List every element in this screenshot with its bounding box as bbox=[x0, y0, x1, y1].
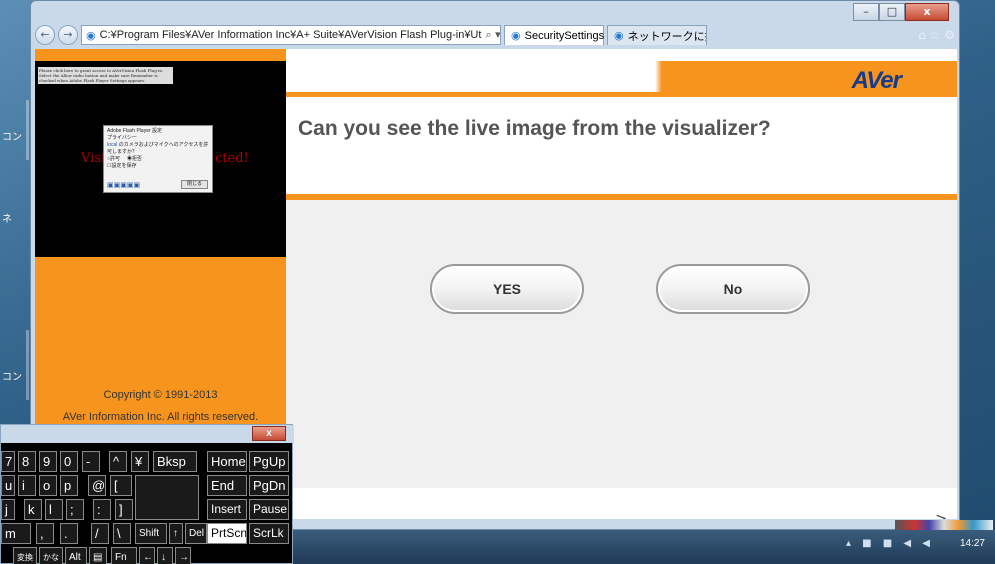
key[interactable]: i bbox=[18, 475, 36, 496]
system-tray: ▴ ■ ■ ◀ ◀ 14:27 bbox=[846, 538, 985, 549]
main-panel: AVer Can you see the live image from the… bbox=[286, 49, 957, 519]
dialog-title: Adobe Flash Player 設定 bbox=[107, 128, 163, 134]
key[interactable]: Fn bbox=[111, 547, 137, 564]
key[interactable]: / bbox=[91, 523, 109, 544]
desktop-edge bbox=[26, 100, 29, 160]
key[interactable]: l bbox=[45, 499, 63, 520]
flash-plugin-area[interactable]: Please click here to grant access to AVe… bbox=[35, 61, 286, 257]
browser-toolbar-icons[interactable]: ⌂ ☆ ⚙ bbox=[918, 28, 955, 42]
key[interactable]: k bbox=[24, 499, 42, 520]
key[interactable]: \ bbox=[113, 523, 131, 544]
deny-label: 拒否 bbox=[132, 156, 143, 162]
tab-icon: ◉ bbox=[511, 29, 521, 42]
key[interactable]: Home bbox=[207, 451, 247, 472]
key[interactable]: PgUp bbox=[249, 451, 289, 472]
copyright-line2: AVer Information Inc. All rights reserve… bbox=[62, 411, 259, 423]
address-text: C:¥Program Files¥AVer Information Inc¥A+… bbox=[99, 29, 482, 41]
clock[interactable]: 14:27 bbox=[960, 538, 985, 549]
key[interactable]: Del bbox=[185, 523, 207, 544]
key[interactable]: m bbox=[1, 523, 31, 544]
key[interactable]: 0 bbox=[60, 451, 78, 472]
key[interactable]: 変換 bbox=[13, 547, 37, 564]
window-controls: – □ x bbox=[853, 3, 949, 21]
tab-network[interactable]: ◉ ネットワークに接... bbox=[607, 25, 707, 45]
key[interactable]: ↓ bbox=[157, 547, 173, 564]
desktop-edge bbox=[26, 330, 29, 400]
address-bar[interactable]: ◉ C:¥Program Files¥AVer Information Inc¥… bbox=[81, 25, 501, 45]
no-button[interactable]: No bbox=[656, 264, 810, 314]
desktop-icon-label[interactable]: ネ bbox=[2, 210, 12, 225]
enter-key[interactable] bbox=[135, 475, 199, 520]
question-heading: Can you see the live image from the visu… bbox=[298, 117, 771, 140]
key[interactable]: ; bbox=[66, 499, 84, 520]
key[interactable]: ¥ bbox=[131, 451, 149, 472]
key[interactable]: ] bbox=[115, 499, 133, 520]
flash-settings-dialog: Adobe Flash Player 設定 プライバシー local のカメラお… bbox=[103, 125, 213, 193]
page-icon: ◉ bbox=[86, 28, 96, 42]
tab-security-settings[interactable]: ◉ SecuritySettings × bbox=[504, 25, 614, 45]
dialog-local: local bbox=[107, 142, 118, 148]
key[interactable]: j bbox=[1, 499, 15, 520]
key[interactable]: @ bbox=[88, 475, 106, 496]
key[interactable]: Alt bbox=[65, 547, 87, 564]
key[interactable]: PgDn bbox=[249, 475, 289, 496]
key[interactable]: Pause bbox=[249, 499, 289, 520]
remember-label: 設定を保存 bbox=[111, 163, 137, 169]
key[interactable]: - bbox=[82, 451, 100, 472]
key[interactable]: ▤ bbox=[89, 547, 107, 564]
address-actions[interactable]: ⌕ ▾ ↻ bbox=[485, 28, 500, 42]
on-screen-keyboard: x 7 8 9 0 - ^ ¥ Bksp Home PgUp u i o p @… bbox=[0, 424, 294, 564]
desktop-icon-label[interactable]: コン bbox=[2, 368, 22, 383]
key[interactable]: かな bbox=[39, 547, 63, 564]
flash-status-text: Visi bbox=[81, 151, 106, 166]
navigation-bar: ← → ◉ C:¥Program Files¥AVer Information … bbox=[35, 23, 955, 47]
key[interactable]: , bbox=[36, 523, 54, 544]
flash-status-text: cted! bbox=[215, 151, 249, 166]
key[interactable]: [ bbox=[110, 475, 132, 496]
keyboard-title-bar[interactable]: x bbox=[1, 425, 294, 443]
dialog-close-button[interactable]: 閉じる bbox=[180, 180, 208, 189]
key[interactable]: ScrLk bbox=[249, 523, 289, 544]
forward-icon[interactable]: → bbox=[58, 25, 78, 45]
tab-label: ネットワークに接... bbox=[627, 30, 706, 43]
key[interactable]: u bbox=[1, 475, 15, 496]
dialog-question: のカメラおよびマイクへのアクセスを許可しますか？ bbox=[107, 142, 209, 155]
key[interactable]: 7 bbox=[1, 451, 15, 472]
key[interactable]: . bbox=[60, 523, 78, 544]
tray-icons[interactable]: ▴ ■ ■ ◀ ◀ bbox=[846, 538, 934, 549]
tab-icon: ◉ bbox=[614, 29, 624, 42]
answer-area bbox=[286, 194, 957, 488]
aver-logo: AVer bbox=[851, 67, 902, 94]
close-button[interactable]: x bbox=[905, 3, 949, 21]
keyboard-close-button[interactable]: x bbox=[252, 426, 286, 441]
dialog-privacy: プライバシー bbox=[107, 135, 137, 141]
maximize-button[interactable]: □ bbox=[879, 3, 905, 21]
key[interactable]: 9 bbox=[39, 451, 57, 472]
key[interactable]: → bbox=[175, 547, 191, 564]
key[interactable]: Insert bbox=[207, 499, 247, 520]
allow-label: 許可 bbox=[110, 156, 121, 162]
key[interactable]: ↑ bbox=[169, 523, 183, 544]
yes-button[interactable]: YES bbox=[430, 264, 584, 314]
key[interactable]: p bbox=[60, 475, 78, 496]
desktop-icon-label[interactable]: コン bbox=[2, 128, 22, 143]
key[interactable]: o bbox=[39, 475, 57, 496]
key[interactable]: : bbox=[93, 499, 111, 520]
tab-label: SecuritySettings bbox=[524, 29, 605, 42]
key[interactable]: Bksp bbox=[153, 451, 197, 472]
key[interactable]: ^ bbox=[109, 451, 127, 472]
key[interactable]: ← bbox=[139, 547, 155, 564]
dialog-tab-icons[interactable]: ▣▣▣▣▣ bbox=[107, 182, 140, 189]
key-prtscn-highlighted[interactable]: PrtScn bbox=[207, 523, 247, 544]
key[interactable]: End bbox=[207, 475, 247, 496]
key[interactable]: Shift bbox=[135, 523, 167, 544]
scroll-right-icon[interactable]: > bbox=[935, 511, 947, 519]
copyright-line1: Copyright © 1991-2013 bbox=[103, 389, 218, 401]
key[interactable]: 8 bbox=[18, 451, 36, 472]
back-icon[interactable]: ← bbox=[35, 25, 55, 45]
minimize-button[interactable]: – bbox=[853, 3, 879, 21]
flash-instructions: Please click here to grant access to AVe… bbox=[38, 67, 173, 84]
page-footer bbox=[286, 488, 957, 519]
